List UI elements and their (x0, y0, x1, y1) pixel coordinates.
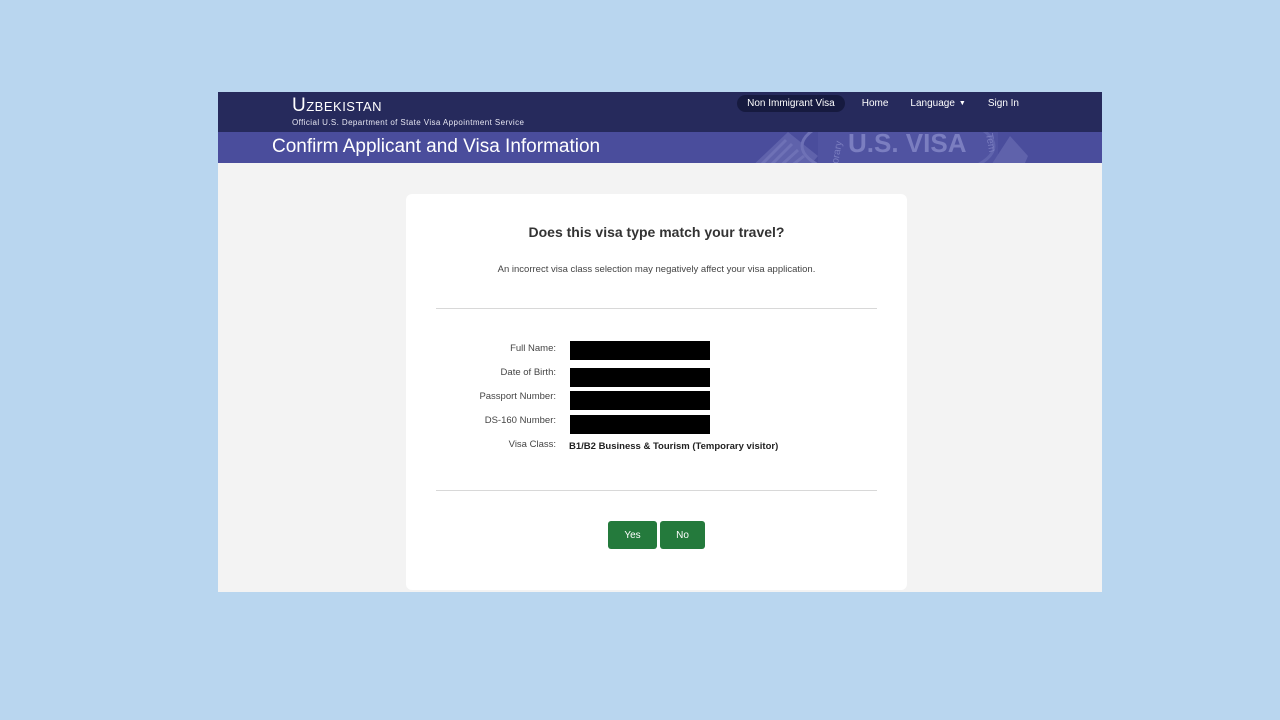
browser-window: Uzbekistan Official U.S. Department of S… (218, 92, 1102, 592)
field-label-passport-number: Passport Number: (479, 391, 556, 402)
redacted-ds160-number (570, 415, 710, 434)
no-button[interactable]: No (660, 521, 705, 549)
divider-top (436, 308, 877, 309)
divider-bottom (436, 490, 877, 491)
nav-language[interactable]: Language ▼ (899, 98, 976, 109)
brand-subtitle: Official U.S. Department of State Visa A… (292, 118, 525, 127)
field-label-visa-class: Visa Class: (508, 439, 556, 450)
warning-notice: An incorrect visa class selection may ne… (497, 264, 816, 275)
page-title-bar: Confirm Applicant and Visa Information U… (218, 132, 1102, 163)
nav-home[interactable]: Home (851, 98, 900, 109)
main-nav: Non Immigrant Visa Home Language ▼ Sign I… (737, 92, 1030, 112)
visa-class-value: B1/B2 Business & Tourism (Temporary visi… (569, 441, 779, 452)
field-label-full-name: Full Name: (510, 343, 556, 354)
confirmation-question: Does this visa type match your travel? (528, 224, 785, 240)
field-label-ds160-number: DS-160 Number: (484, 415, 556, 426)
chevron-down-icon: ▼ (958, 99, 966, 107)
redacted-passport-number (570, 391, 710, 410)
page-title: Confirm Applicant and Visa Information (272, 136, 601, 157)
field-label-date-of-birth: Date of Birth: (500, 367, 556, 378)
confirmation-card: Does this visa type match your travel? A… (406, 194, 907, 590)
redacted-date-of-birth (570, 368, 710, 387)
nav-sign-in[interactable]: Sign In (977, 98, 1030, 109)
yes-button[interactable]: Yes (608, 521, 657, 549)
visa-seal-watermark-icon: U.S. VISA orary Tem (755, 132, 1028, 163)
seal-text: U.S. VISA (848, 132, 967, 158)
site-brand[interactable]: Uzbekistan Official U.S. Department of S… (292, 94, 524, 127)
redacted-full-name (570, 341, 710, 360)
nav-visa-type[interactable]: Non Immigrant Visa (737, 94, 845, 112)
top-navigation-bar: Uzbekistan Official U.S. Department of S… (218, 92, 1102, 132)
brand-title: Uzbekistan (292, 95, 383, 116)
nav-language-label: Language (910, 97, 955, 109)
